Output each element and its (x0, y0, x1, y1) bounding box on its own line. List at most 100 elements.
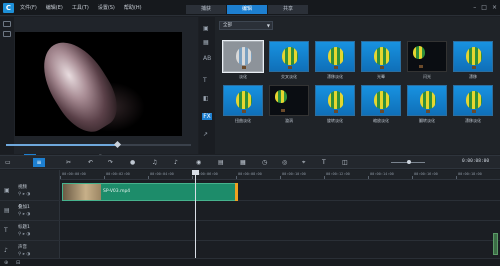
menu-tools[interactable]: 工具(T) (72, 4, 89, 11)
3d-title-icon[interactable]: T (322, 159, 326, 166)
library-thumbnail[interactable] (407, 85, 447, 116)
media-icon[interactable]: ▣ (203, 25, 209, 32)
instant-project-icon[interactable]: ▦ (203, 39, 209, 46)
title-icon[interactable]: T (203, 77, 207, 84)
library-thumbnail[interactable] (222, 40, 264, 73)
track-header[interactable]: ▤ 叠加1 ⚲ ▸ ◑ (0, 201, 60, 221)
menu-file[interactable]: 文件(F) (20, 4, 37, 11)
mixer-icon[interactable]: ♫ (152, 159, 157, 166)
library-item[interactable]: 漂移淡化 (450, 85, 496, 131)
timeline-timecode[interactable]: 0:00:08:00 (462, 159, 489, 164)
ruler-tick-label: 00:00:02:00 (106, 172, 130, 176)
library-item-label: 闪光 (423, 74, 431, 79)
track-controls-icon[interactable]: ⚲ ▸ ◑ (18, 252, 30, 257)
add-track-icon[interactable]: ⊕ (4, 260, 8, 266)
library-item[interactable]: 交叉淡化 (266, 41, 312, 87)
library-thumbnail[interactable] (453, 85, 493, 116)
library-thumbnail[interactable] (315, 85, 355, 116)
playhead[interactable] (192, 170, 199, 266)
library-item-label: 翻转淡化 (419, 118, 435, 123)
library-item[interactable]: 闪光 (404, 41, 450, 87)
track-label: 叠加1 (18, 205, 30, 210)
ruler-tick-label: 00:00:18:00 (458, 172, 482, 176)
library-thumbnail[interactable] (453, 41, 493, 72)
fit-icon[interactable]: ⊟ (16, 260, 20, 266)
library-item[interactable]: 漂移淡化 (312, 41, 358, 87)
video-preview[interactable] (15, 32, 182, 136)
transition-icon[interactable]: AB (203, 55, 211, 62)
zoom-slider[interactable] (391, 160, 425, 164)
close-icon[interactable]: × (492, 4, 497, 11)
track-controls-icon[interactable]: ⚲ ▸ ◑ (18, 212, 30, 217)
library-item[interactable]: 漂移 (450, 41, 496, 87)
mask-icon[interactable]: ◎ (282, 159, 287, 166)
ruler-tick-label: 00:00:00:00 (62, 172, 86, 176)
storyboard-view-icon[interactable]: ▭ (5, 159, 11, 166)
timeline-view-icon[interactable]: ≡ (33, 158, 45, 167)
motion-track-icon[interactable]: ◉ (196, 159, 201, 166)
minimize-icon[interactable]: – (473, 4, 476, 11)
library-thumbnail[interactable] (361, 41, 401, 72)
scrubber-progress (6, 144, 117, 146)
filter-icon[interactable]: FX (202, 113, 212, 120)
library-item-label: 扭曲淡化 (235, 118, 251, 123)
split-screen-icon[interactable]: ◫ (342, 159, 348, 166)
clip-icon[interactable] (3, 31, 11, 37)
status-bar: ⊕ ⊟ (0, 258, 500, 266)
menu-edit[interactable]: 编辑(E) (46, 4, 63, 11)
title-bar: C 文件(F) 编辑(E) 工具(T) 设置(S) 帮助(H) 捕获 编辑 共享… (0, 0, 500, 16)
library-item[interactable]: 扭曲淡化 (220, 85, 266, 131)
multicam-icon[interactable]: ▦ (240, 159, 246, 166)
record-icon[interactable]: ● (130, 159, 135, 166)
path-icon[interactable]: ↗ (203, 131, 208, 138)
clip-trim-handle[interactable] (235, 183, 238, 201)
timeline-track[interactable] (60, 221, 500, 241)
library-thumbnail[interactable] (361, 85, 401, 116)
maximize-icon[interactable]: □ (481, 4, 487, 11)
tab-edit[interactable]: 编辑 (227, 5, 267, 14)
timeline-ruler[interactable]: 00:00:00:00 00:00:02:00 00:00:04:00 00:00:0… (60, 170, 500, 180)
library-thumbnail[interactable] (223, 85, 263, 116)
library-thumbnail[interactable] (269, 41, 309, 72)
menu-help[interactable]: 帮助(H) (124, 4, 142, 11)
stop-motion-icon[interactable]: ⌖ (302, 159, 305, 167)
balloon-icon (236, 47, 252, 69)
project-icon[interactable] (3, 21, 11, 27)
subtitle-icon[interactable]: ▤ (218, 159, 224, 166)
tab-capture[interactable]: 捕获 (186, 5, 226, 14)
category-dropdown[interactable]: 全部 ▼ (219, 21, 273, 30)
library-item[interactable]: 翻转淡化 (404, 85, 450, 131)
track-controls-icon[interactable]: ⚲ ▸ ◑ (18, 192, 30, 197)
timeremap-icon[interactable]: ◷ (262, 159, 267, 166)
undo-icon[interactable]: ↶ (88, 159, 93, 166)
tools-icon[interactable]: ✂ (66, 159, 71, 166)
menu-settings[interactable]: 设置(S) (98, 4, 115, 11)
library-item[interactable]: 淡化 (220, 40, 266, 87)
scrubber[interactable] (6, 140, 191, 149)
tab-share[interactable]: 共享 (268, 5, 308, 14)
library-item[interactable]: 缩放淡化 (358, 85, 404, 131)
library-item[interactable]: 漩涡 (266, 85, 312, 131)
ruler-tick-label: 00:00:08:00 (238, 172, 262, 176)
library-thumbnail[interactable] (269, 85, 309, 116)
auto-music-icon[interactable]: ♪ (174, 159, 178, 166)
category-dropdown-value: 全部 (223, 23, 232, 28)
zoom-knob[interactable] (407, 160, 411, 164)
library-thumbnail[interactable] (315, 41, 355, 72)
video-clip[interactable]: SP-V03.mp4 (62, 183, 238, 201)
timeline-scrollbar[interactable] (493, 233, 498, 255)
playhead-handle[interactable] (192, 170, 199, 175)
ruler-tick (60, 176, 61, 179)
timeline-track[interactable] (60, 201, 500, 221)
scrubber-knob[interactable] (113, 140, 122, 149)
library-item[interactable]: 旋转淡化 (312, 85, 358, 131)
library-thumbnail[interactable] (407, 41, 447, 72)
track-controls-icon[interactable]: ⚲ ▸ ◑ (18, 232, 30, 237)
library-item-label: 光晕 (377, 74, 385, 79)
graphic-icon[interactable]: ◧ (203, 95, 209, 102)
track-header[interactable]: T 标题1 ⚲ ▸ ◑ (0, 221, 60, 241)
track-header[interactable]: ▣ 视频 ⚲ ▸ ◑ (0, 181, 60, 201)
library-item[interactable]: 光晕 (358, 41, 404, 87)
redo-icon[interactable]: ↷ (108, 159, 113, 166)
chevron-down-icon: ▼ (266, 23, 270, 28)
